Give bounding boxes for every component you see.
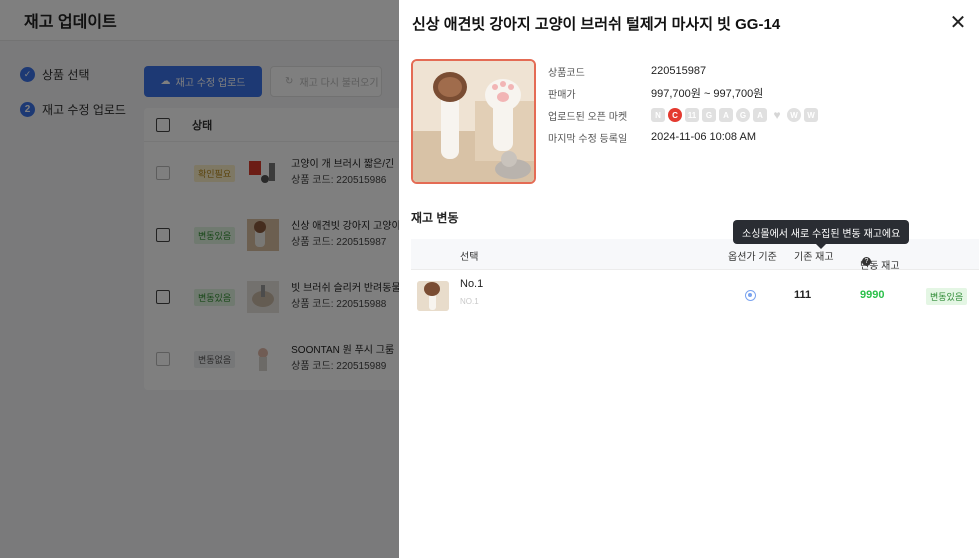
variant-row[interactable]: No.1 NO.1 111 9990 변동있음 <box>411 270 979 322</box>
gmarket-market-icon: G <box>702 108 716 122</box>
base-stock-value: 111 <box>794 289 812 301</box>
variant-stock-value: 9990 <box>860 289 885 301</box>
auction-market-icon: A <box>719 108 733 122</box>
option-name: No.1 <box>460 278 484 290</box>
price-value: 997,700원 ~ 997,700원 <box>651 88 764 100</box>
stock-change-section-title: 재고 변동 <box>411 211 459 225</box>
g9-market-icon: G <box>736 108 750 122</box>
help-icon[interactable]: ? <box>862 257 871 266</box>
variant-stock-tooltip: 소싱몰에서 새로 수집된 변동 재고에요 <box>733 220 910 249</box>
close-icon[interactable]: ✕ <box>947 11 969 34</box>
option-basis-radio[interactable] <box>745 290 756 301</box>
markets-label: 업로드된 오픈 마켓 <box>548 111 628 123</box>
product-image <box>411 59 536 184</box>
option-basis-column-header: 옵션가 기준 <box>728 252 777 263</box>
option-thumbnail <box>417 281 449 311</box>
11st-market-icon: 11 <box>685 108 699 122</box>
product-info: 상품코드 220515987 판매가 997,700원 ~ 997,700원 업… <box>548 60 818 148</box>
product-code-label: 상품코드 <box>548 67 585 79</box>
product-detail-drawer: 신상 애견빗 강아지 고양이 브러쉬 털제거 마사지 빗 GG-14 ✕ 상품코… <box>399 0 979 558</box>
w-market-icon: W <box>804 108 818 122</box>
product-code-value: 220515987 <box>651 65 707 77</box>
modified-date-label: 마지막 수정 등록일 <box>548 133 628 145</box>
naver-market-icon: N <box>651 108 665 122</box>
select-column-header: 선택 <box>460 252 479 263</box>
price-label: 판매가 <box>548 89 576 101</box>
heart-market-icon: ♥ <box>773 108 781 122</box>
market-icon-list: N C 11 G A G A ♥ W W <box>651 108 818 122</box>
option-subtitle: NO.1 <box>460 297 479 306</box>
modified-date-value: 2024-11-06 10:08 AM <box>651 131 756 143</box>
wemakeprice-market-icon: W <box>787 108 801 122</box>
coupang-market-icon: C <box>668 108 682 122</box>
status-badge: 변동있음 <box>926 288 968 305</box>
base-stock-column-header: 기존 재고 <box>794 252 834 263</box>
drawer-title: 신상 애견빗 강아지 고양이 브러쉬 털제거 마사지 빗 GG-14 <box>412 16 781 33</box>
auction-alt-market-icon: A <box>753 108 767 122</box>
